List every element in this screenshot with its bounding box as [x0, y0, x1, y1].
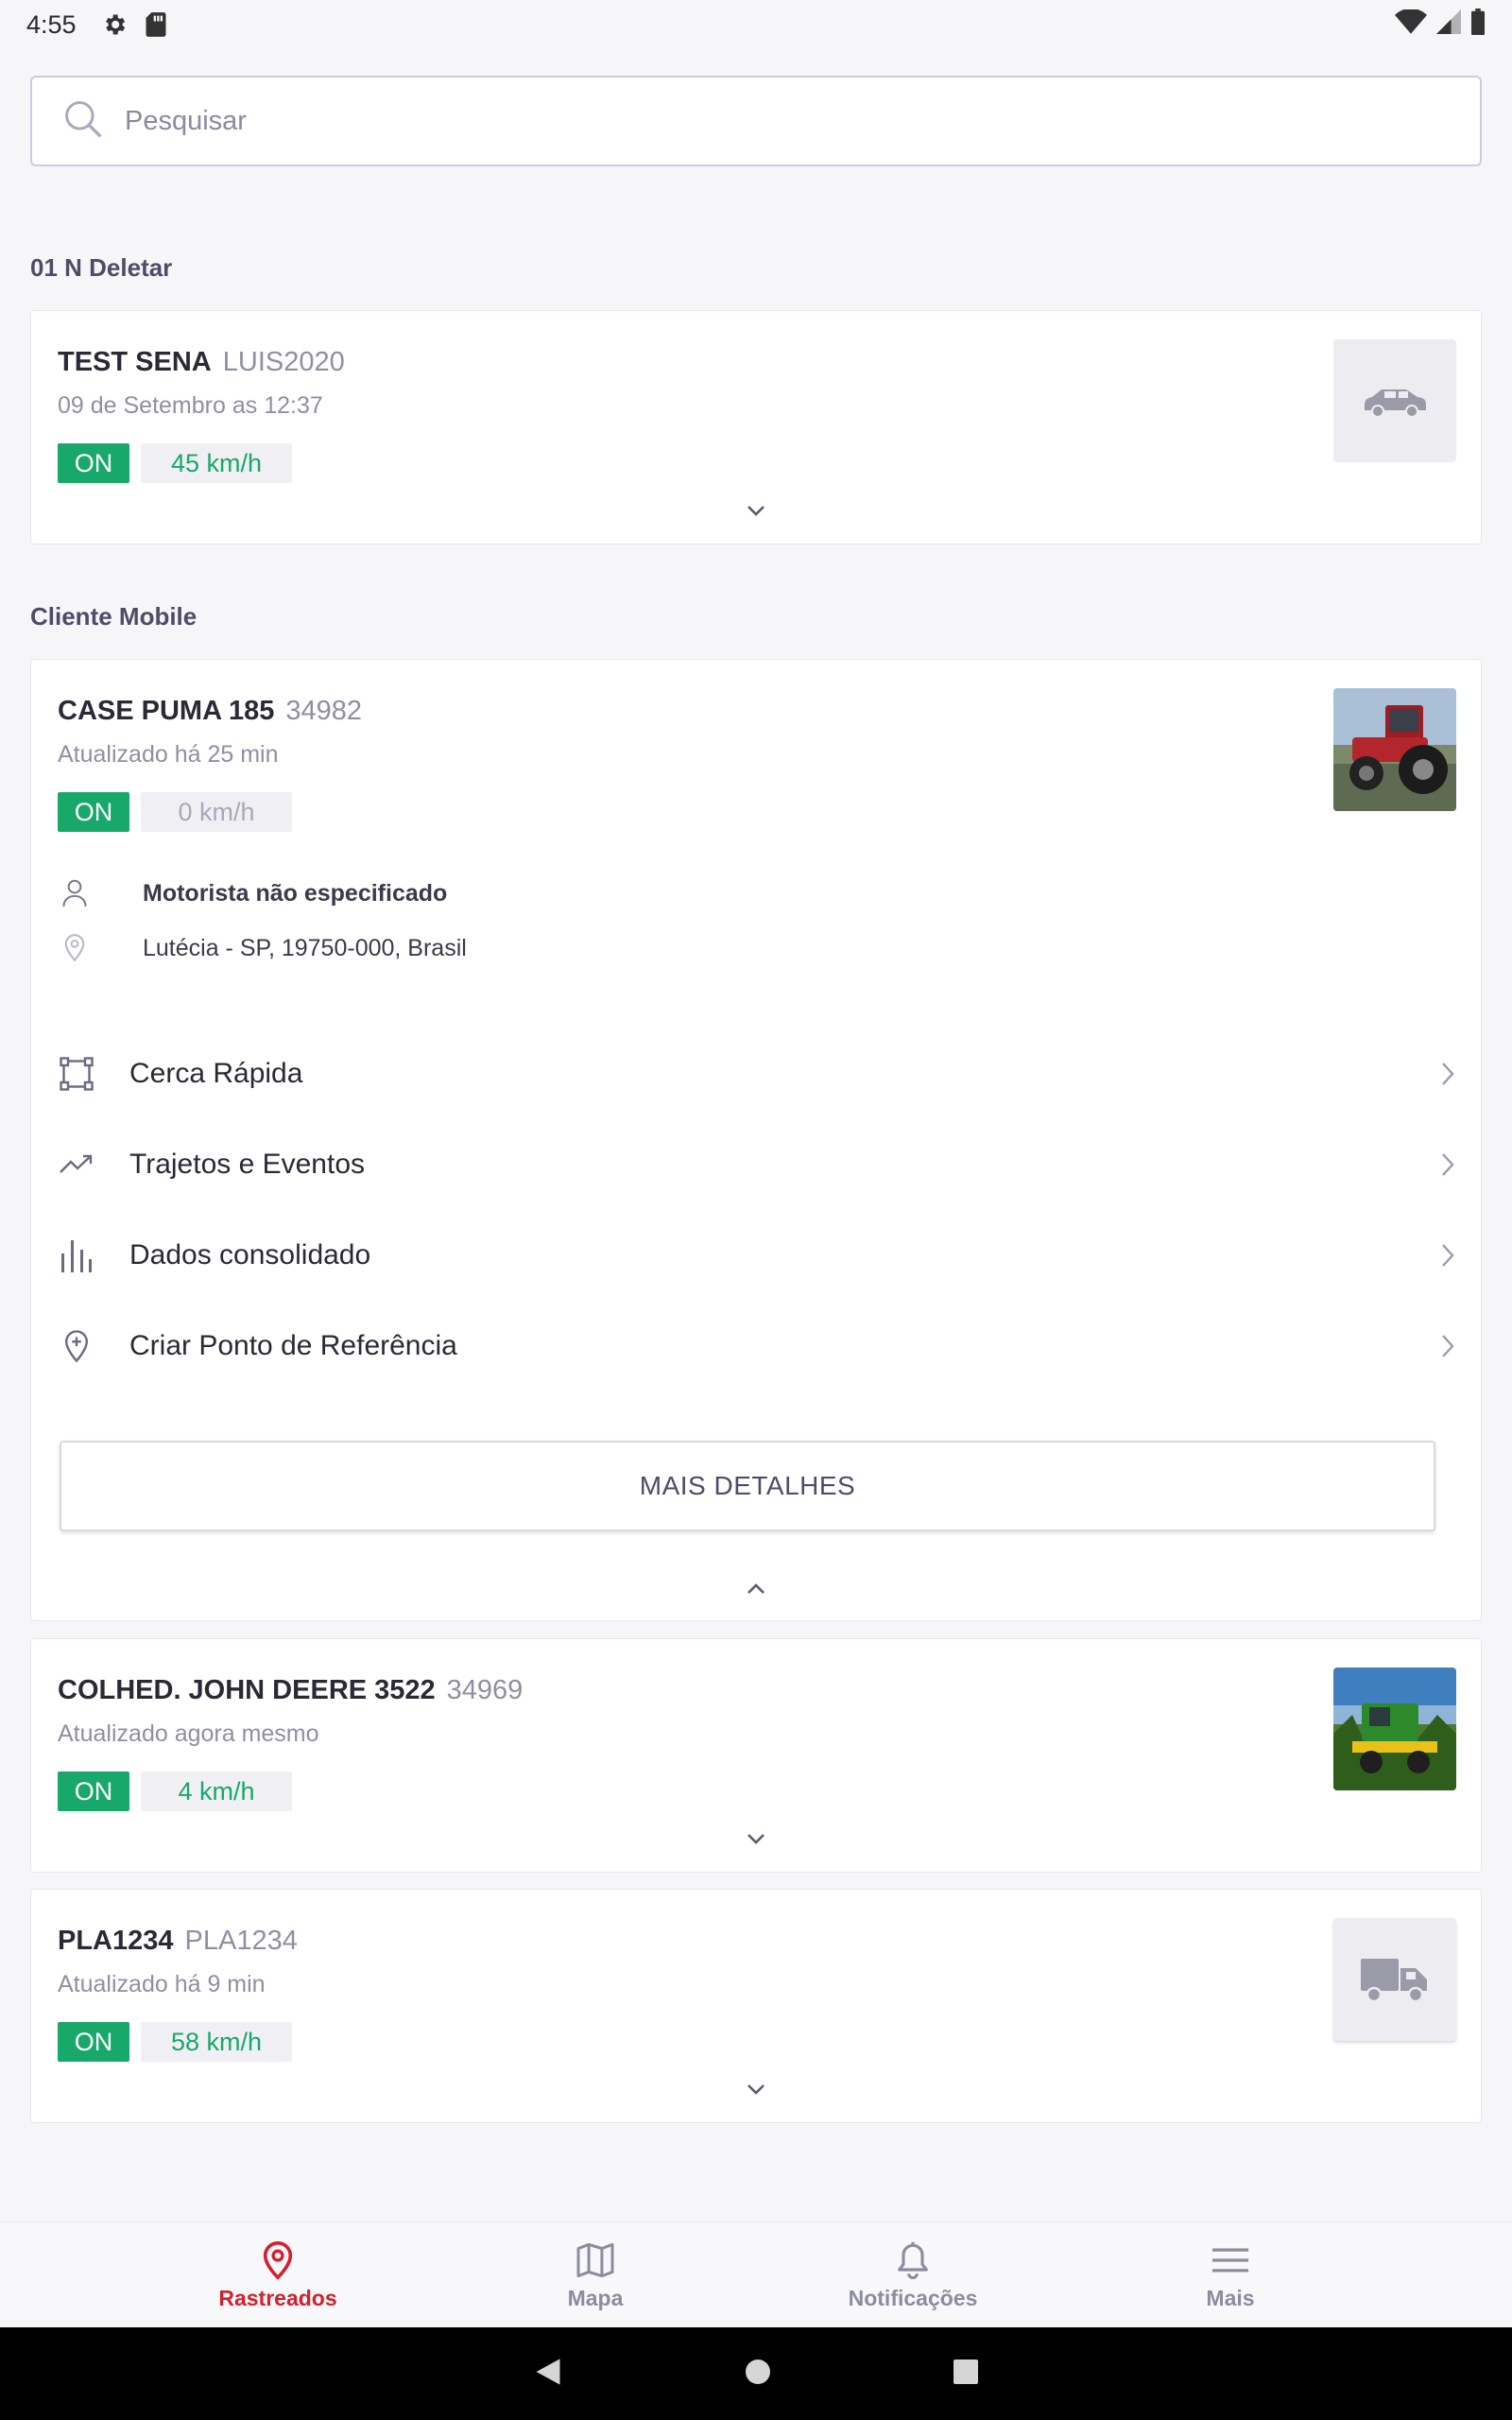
truck-icon [1333, 1918, 1456, 2041]
action-label: Dados consolidado [129, 1239, 371, 1270]
nav-label: Mais [1206, 2286, 1255, 2310]
action-label: Cerca Rápida [129, 1058, 303, 1089]
group-title: Cliente Mobile [30, 602, 198, 631]
search-input[interactable] [125, 105, 1480, 137]
home-icon[interactable] [744, 2358, 772, 2391]
back-icon[interactable] [532, 2356, 564, 2393]
more-details-button[interactable]: MAIS DETALHES [60, 1441, 1435, 1531]
map-icon [576, 2238, 615, 2282]
vehicle-name: COLHED. JOHN DEERE 3522 34969 [58, 1675, 523, 1706]
vehicle-plate: 34969 [446, 1675, 524, 1705]
nav-label: Mapa [567, 2286, 624, 2310]
recents-icon[interactable] [952, 2358, 980, 2391]
vehicle-plate: PLA1234 [184, 1926, 298, 1956]
action-label: Criar Ponto de Referência [129, 1330, 457, 1361]
search-bar[interactable] [30, 76, 1482, 166]
expand-chevron-icon[interactable] [737, 496, 775, 525]
action-quick-fence[interactable]: Cerca Rápida [58, 1036, 1466, 1112]
vehicle-name: PLA1234 PLA1234 [58, 1926, 298, 1957]
chevron-right-icon [1439, 1060, 1456, 1088]
harvester-photo [1333, 1668, 1456, 1790]
vehicle-plate: LUIS2020 [222, 347, 345, 377]
battery-icon [1470, 8, 1486, 42]
action-label: Trajetos e Eventos [129, 1149, 366, 1180]
signal-icon [1436, 9, 1461, 41]
car-icon [1333, 339, 1456, 462]
vehicle-updated: Atualizado há 9 min [58, 1971, 266, 1997]
status-badge: ON [58, 792, 129, 832]
nav-mapa[interactable]: Mapa [437, 2222, 754, 2327]
expand-chevron-icon[interactable] [737, 1824, 775, 1853]
nav-rastreados[interactable]: Rastreados [119, 2222, 437, 2327]
tractor-photo [1333, 688, 1456, 811]
person-icon [58, 879, 92, 908]
bell-icon [896, 2238, 930, 2282]
speed-badge: 45 km/h [141, 443, 292, 483]
vehicle-name-text: TEST SENA [58, 347, 212, 377]
chevron-right-icon [1439, 1332, 1456, 1360]
vehicle-name: CASE PUMA 185 34982 [58, 696, 362, 727]
driver-row: Motorista não especificado [58, 879, 447, 908]
vehicle-plate: 34982 [285, 696, 363, 726]
trending-up-icon [58, 1153, 95, 1176]
speed-badge: 0 km/h [141, 792, 292, 832]
wifi-icon [1395, 8, 1427, 41]
location-text: Lutécia - SP, 19750-000, Brasil [143, 934, 467, 961]
speed-badge: 4 km/h [141, 1772, 292, 1811]
vehicle-card[interactable]: TEST SENA LUIS2020 09 de Setembro as 12:3… [30, 310, 1482, 544]
vehicle-name-text: CASE PUMA 185 [58, 696, 275, 726]
chevron-right-icon [1439, 1241, 1456, 1270]
nav-label: Rastreados [218, 2286, 337, 2310]
location-row: Lutécia - SP, 19750-000, Brasil [58, 934, 467, 962]
nav-mais[interactable]: Mais [1072, 2222, 1389, 2327]
vehicle-updated: Atualizado há 25 min [58, 741, 279, 768]
status-badge: ON [58, 1772, 129, 1811]
nav-label: Notificações [848, 2286, 978, 2310]
menu-icon [1211, 2238, 1250, 2282]
status-badge: ON [58, 2022, 129, 2062]
expand-chevron-icon[interactable] [737, 2075, 775, 2103]
vehicle-name-text: PLA1234 [58, 1926, 174, 1956]
status-bar: 4:55 [0, 0, 1512, 49]
vehicle-name: TEST SENA LUIS2020 [58, 347, 345, 378]
bar-chart-icon [58, 1236, 95, 1274]
add-location-icon [58, 1329, 95, 1363]
location-pin-icon [262, 2238, 294, 2282]
settings-icon [101, 11, 128, 38]
status-time: 4:55 [26, 9, 77, 39]
location-marker-icon [58, 934, 92, 962]
action-create-reference-point[interactable]: Criar Ponto de Referência [58, 1308, 1466, 1384]
vehicle-card-expanded[interactable]: CASE PUMA 185 34982 Atualizado há 25 min … [30, 659, 1482, 1621]
speed-badge: 58 km/h [141, 2022, 292, 2062]
vehicle-card[interactable]: COLHED. JOHN DEERE 3522 34969 Atualizado … [30, 1638, 1482, 1873]
driver-text: Motorista não especificado [143, 879, 448, 907]
vehicle-name-text: COLHED. JOHN DEERE 3522 [58, 1675, 436, 1705]
group-title: 01 N Deletar [30, 253, 173, 282]
vehicle-updated: Atualizado agora mesmo [58, 1720, 319, 1747]
collapse-chevron-icon[interactable] [737, 1575, 775, 1603]
search-icon [62, 98, 104, 145]
system-navigation-bar [0, 2327, 1512, 2420]
status-badge: ON [58, 443, 129, 483]
bottom-navigation: Rastreados Mapa Notificações Mais [0, 2221, 1512, 2327]
vehicle-updated: 09 de Setembro as 12:37 [58, 392, 323, 419]
chevron-right-icon [1439, 1150, 1456, 1179]
vehicle-card[interactable]: PLA1234 PLA1234 Atualizado há 9 min ON 58… [30, 1889, 1482, 2123]
nav-notificacoes[interactable]: Notificações [754, 2222, 1072, 2327]
action-consolidated-data[interactable]: Dados consolidado [58, 1218, 1466, 1293]
sd-card-icon [145, 11, 167, 38]
fence-icon [58, 1057, 95, 1091]
action-trips-events[interactable]: Trajetos e Eventos [58, 1127, 1466, 1202]
